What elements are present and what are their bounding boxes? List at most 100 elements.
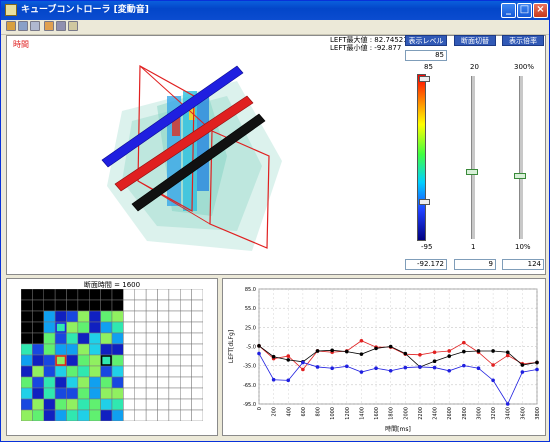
toolbar-grid-icon[interactable] [30, 21, 40, 31]
grid-cell [134, 332, 147, 345]
grid-cell [134, 343, 147, 356]
value-box-right[interactable]: 124 [502, 259, 544, 270]
grid-cell [123, 409, 135, 421]
toolbar-open-icon[interactable] [44, 21, 54, 31]
x-tick-label: 1600 [374, 407, 380, 420]
data-point [418, 353, 422, 357]
grid-cell [32, 289, 44, 301]
grid-cell [134, 365, 147, 378]
grid-cell [77, 398, 90, 411]
level-input[interactable]: 85 [405, 50, 447, 61]
data-point [330, 366, 334, 371]
right-slider-max-label: 300% [514, 63, 535, 71]
grid-cell [180, 299, 192, 312]
display-scale-button[interactable]: 表示倍率 [502, 35, 544, 46]
maximize-button[interactable]: □ [517, 3, 532, 18]
toolbar-settings-icon[interactable] [68, 21, 78, 31]
color-scale-min-thumb[interactable] [419, 199, 430, 205]
grid-cell [66, 332, 79, 345]
grid-cell [32, 321, 44, 334]
grid-cell [180, 354, 192, 367]
value-box-mid[interactable]: 9 [454, 259, 496, 270]
data-point [432, 359, 437, 363]
line-chart[interactable]: 85.0 55.0 25.0 -5.0 -35.0 -65.0 -95.00 200 400 60… [223, 279, 545, 435]
grid-cell [43, 299, 56, 312]
grid-cell [100, 332, 113, 345]
grid-cell [66, 387, 79, 400]
x-tick-label: 1400 [359, 407, 365, 420]
x-axis-label: 時間[ms] [385, 425, 411, 433]
data-point [462, 349, 466, 354]
grid-cell [66, 299, 79, 312]
grid-cell [191, 365, 203, 378]
x-tick-label: 600 [301, 407, 307, 417]
display-level-button[interactable]: 表示レベル [405, 35, 447, 46]
grid-cell [21, 398, 33, 411]
grid-cell [145, 299, 158, 312]
data-point [491, 378, 495, 383]
data-point [403, 351, 408, 356]
grid-cell [21, 376, 33, 389]
grid-cell [43, 409, 56, 421]
value-box-left[interactable]: -92.172 [405, 259, 447, 270]
grid-cell [168, 289, 181, 301]
data-point [476, 366, 481, 371]
toolbar-cube-icon[interactable] [6, 21, 16, 31]
grid-cell [134, 289, 147, 301]
grid-cell [168, 398, 181, 411]
grid-cell [191, 310, 203, 323]
grid-cell [54, 387, 67, 400]
section-grid[interactable] [21, 289, 203, 421]
y-tick-label: 25.0 [245, 325, 256, 331]
grid-cell [89, 289, 101, 301]
grid-cell [21, 354, 33, 367]
scale-max-label: 85 [424, 63, 433, 71]
grid-cell [168, 376, 181, 389]
title-bar[interactable]: キューブコントローラ [変動音] _ □ × [1, 1, 549, 20]
x-tick-label: 3800 [535, 407, 541, 420]
data-point [359, 352, 364, 356]
right-slider-track[interactable] [519, 76, 523, 239]
x-tick-label: 2400 [433, 407, 439, 420]
data-point [271, 354, 276, 359]
toolbar-view-icon[interactable] [56, 21, 66, 31]
grid-cell [89, 398, 101, 411]
grid-cell [157, 387, 170, 400]
grid-cell [191, 409, 203, 421]
grid-cell [191, 354, 203, 367]
right-slider-thumb[interactable] [514, 173, 526, 179]
mid-slider-thumb[interactable] [466, 169, 478, 175]
x-tick-label: 1200 [345, 407, 351, 420]
cube-3d-view[interactable] [7, 36, 367, 272]
scale-min-label: -95 [421, 243, 433, 251]
cube-view-pane: 時間 LEFT最大値 : 82.74521 LEFT最小値 : -92.877 [6, 35, 546, 275]
mid-slider-track[interactable] [471, 76, 475, 239]
grid-cell [168, 299, 181, 312]
minimize-button[interactable]: _ [501, 3, 516, 18]
grid-cell [43, 289, 56, 301]
y-tick-label: -95.0 [243, 402, 256, 408]
data-point [462, 363, 466, 368]
grid-cell [89, 299, 101, 312]
data-point [505, 353, 510, 358]
grid-cell [32, 354, 44, 367]
grid-cell [21, 299, 33, 312]
grid-cell [157, 409, 170, 421]
grid-cell [180, 321, 192, 334]
color-scale-max-thumb[interactable] [419, 76, 430, 82]
grid-cell [43, 365, 56, 378]
grid-cell [43, 321, 56, 334]
grid-cell [111, 409, 124, 421]
y-axis-label: LEFT[dLFg] [228, 330, 235, 363]
grid-cell [123, 365, 135, 378]
grid-cell [157, 354, 170, 367]
grid-cell [77, 310, 90, 323]
mid-slider-min-label: 1 [471, 243, 476, 251]
toolbar [1, 20, 549, 35]
toolbar-rotate-icon[interactable] [18, 21, 28, 31]
grid-cell [32, 310, 44, 323]
close-button[interactable]: × [533, 3, 548, 18]
section-switch-button[interactable]: 断面切替 [454, 35, 496, 46]
data-point [374, 346, 378, 351]
grid-cell [54, 289, 67, 301]
